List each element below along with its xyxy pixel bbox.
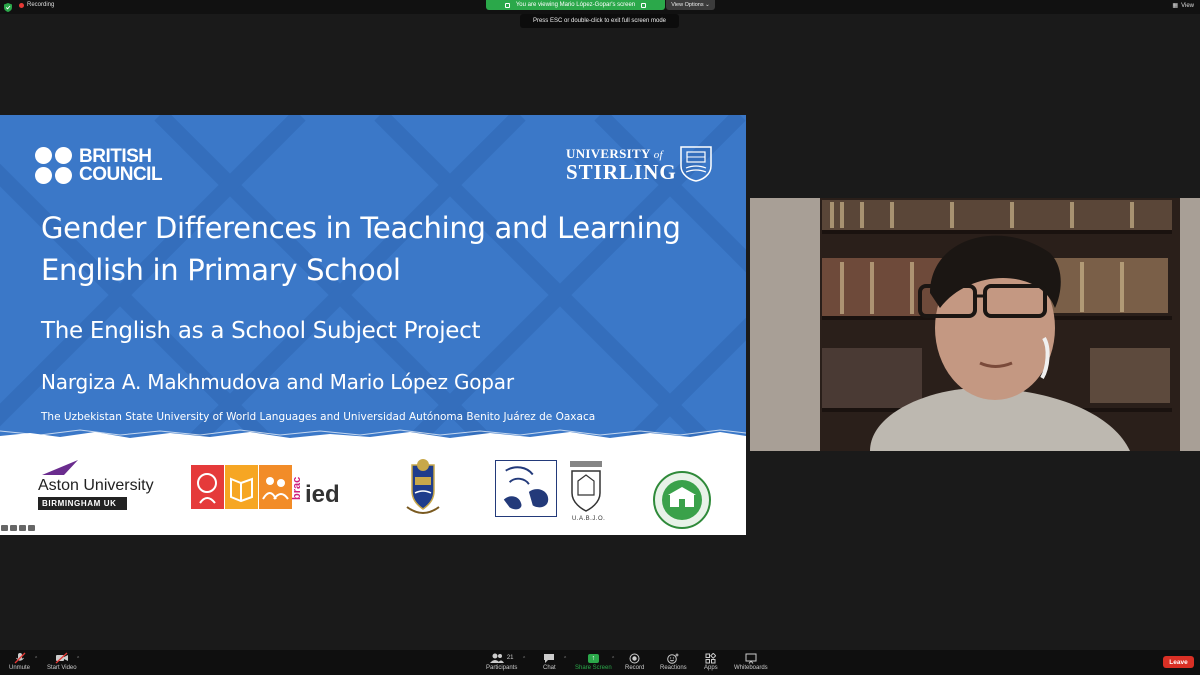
top-bar: Recording You are viewing Mario López-Go… — [0, 0, 1200, 14]
pen-icon[interactable] — [10, 525, 17, 531]
security-shield-icon[interactable] — [4, 3, 12, 12]
brac-word: brac — [291, 476, 303, 500]
view-button[interactable]: ▦ View — [1172, 2, 1194, 10]
british-council-logo: BRITISH COUNCIL — [35, 145, 163, 185]
window-icon — [641, 2, 647, 8]
view-options-button[interactable]: View Options ⌄ — [666, 0, 715, 10]
participants-icon — [489, 653, 504, 663]
reactions-label: Reactions — [660, 665, 687, 671]
ied-word: ied — [305, 481, 340, 508]
stirling-name: STIRLING — [566, 160, 677, 184]
recording-label: Recording — [27, 2, 55, 8]
uabjo-crest-icon — [570, 461, 602, 512]
chevron-down-icon: ⌄ — [703, 2, 710, 8]
stirling-logo: UNIVERSITY of STIRLING — [566, 146, 677, 184]
participants-label: Participants — [486, 665, 518, 671]
leave-button[interactable]: Leave — [1163, 656, 1194, 668]
share-screen-button[interactable]: ↑ Share Screen — [575, 652, 612, 671]
viewing-label: You are viewing Mario López-Gopar's scre… — [515, 2, 636, 8]
aston-triangle-icon — [42, 460, 78, 475]
slide-affiliation: The Uzbekistan State University of World… — [41, 411, 596, 423]
british-council-line1: BRITISH — [79, 145, 152, 167]
video-camera-off-icon — [55, 652, 68, 664]
stirling-crest-icon — [680, 146, 712, 182]
slide-subtitle: The English as a School Subject Project — [41, 318, 481, 344]
uabjo-label: U.A.B.J.O. — [572, 516, 606, 522]
participants-button[interactable]: 21 Participants — [486, 652, 517, 671]
chat-button[interactable]: Chat — [543, 652, 556, 671]
aston-subtitle: BIRMINGHAM UK — [38, 497, 127, 510]
stirling-university-word: UNIVERSITY — [566, 146, 651, 161]
smiley-plus-icon — [667, 653, 679, 664]
apps-label: Apps — [704, 665, 718, 671]
whiteboard-icon — [745, 653, 757, 664]
record-button[interactable]: Record — [625, 652, 644, 671]
view-options-label: View Options — [671, 2, 704, 8]
zoom-meeting-window: Recording You are viewing Mario López-Go… — [0, 0, 1200, 675]
record-label: Record — [625, 665, 645, 671]
slide-title-line2: English in Primary School — [41, 253, 401, 287]
next-slide-icon[interactable] — [28, 525, 35, 531]
slide-annotation-controls[interactable] — [1, 525, 35, 531]
view-label: View — [1181, 2, 1194, 9]
slide-title: Gender Differences in Teaching and Learn… — [41, 207, 721, 291]
shared-screen-slide: BRITISH COUNCIL UNIVERSITY of STIRLING G… — [0, 115, 746, 535]
whiteboards-button[interactable]: Whiteboards — [734, 652, 768, 671]
participant-video-tile[interactable] — [750, 198, 1200, 451]
fullscreen-hint: Press ESC or double-click to exit full s… — [520, 14, 679, 28]
british-council-line2: COUNCIL — [79, 163, 163, 185]
brac-ied-logo: brac ied — [191, 465, 340, 509]
whiteboards-label: Whiteboards — [734, 665, 768, 671]
aston-university-logo: Aston University BIRMINGHAM UK — [38, 459, 154, 510]
share-screen-arrow-icon: ↑ — [587, 653, 599, 663]
start-video-button[interactable]: Start Video — [47, 652, 77, 671]
audio-options-chevron-icon[interactable]: ⌃ — [34, 656, 38, 662]
chat-bubble-icon — [544, 653, 555, 663]
partner-logos-row: Aston University BIRMINGHAM UK brac ied — [0, 450, 746, 535]
grid-view-icon: ▦ — [1172, 3, 1179, 9]
person-video-feed — [750, 198, 1200, 451]
reactions-button[interactable]: Reactions — [660, 652, 687, 671]
apps-grid-icon — [705, 652, 717, 663]
video-options-chevron-icon[interactable]: ⌃ — [76, 656, 80, 662]
recording-indicator[interactable]: Recording — [19, 2, 54, 8]
screen-icon — [504, 2, 510, 8]
brac-people-icon — [259, 465, 292, 509]
share-options-chevron-icon[interactable]: ⌃ — [611, 656, 615, 662]
chat-label: Chat — [543, 665, 556, 671]
menu-icon[interactable] — [19, 525, 26, 531]
meeting-toolbar: Unmute ⌃ Start Video ⌃ 21 Participants ⌃… — [0, 650, 1200, 675]
participants-options-chevron-icon[interactable]: ⌃ — [522, 656, 526, 662]
aston-name: Aston University — [38, 477, 154, 494]
record-icon — [629, 653, 640, 663]
university-of-malawi-crest-icon — [406, 459, 440, 514]
viewing-screen-banner: You are viewing Mario López-Gopar's scre… — [486, 0, 665, 10]
unmute-button[interactable]: Unmute — [9, 652, 30, 671]
apps-button[interactable]: Apps — [704, 652, 718, 671]
share-screen-label: Share Screen — [575, 665, 612, 671]
brac-head-icon — [191, 465, 224, 509]
brac-book-icon — [225, 465, 258, 509]
slide-authors: Nargiza A. Makhmudova and Mario López Go… — [41, 370, 514, 394]
start-video-label: Start Video — [47, 665, 77, 671]
recording-dot-icon — [19, 2, 24, 8]
brush-edge-decoration — [0, 429, 746, 449]
chat-options-chevron-icon[interactable]: ⌃ — [563, 656, 567, 662]
slide-header-area: BRITISH COUNCIL UNIVERSITY of STIRLING G… — [0, 115, 746, 440]
unmute-label: Unmute — [9, 665, 31, 671]
uzswlu-seal-icon — [653, 471, 711, 529]
slide-title-line1: Gender Differences in Teaching and Learn… — [41, 211, 681, 245]
microphone-muted-icon — [14, 652, 25, 664]
research-lab-logo-icon — [495, 460, 557, 517]
previous-slide-icon[interactable] — [1, 525, 8, 531]
british-council-dots-icon — [35, 147, 72, 184]
participants-count: 21 — [506, 655, 514, 661]
